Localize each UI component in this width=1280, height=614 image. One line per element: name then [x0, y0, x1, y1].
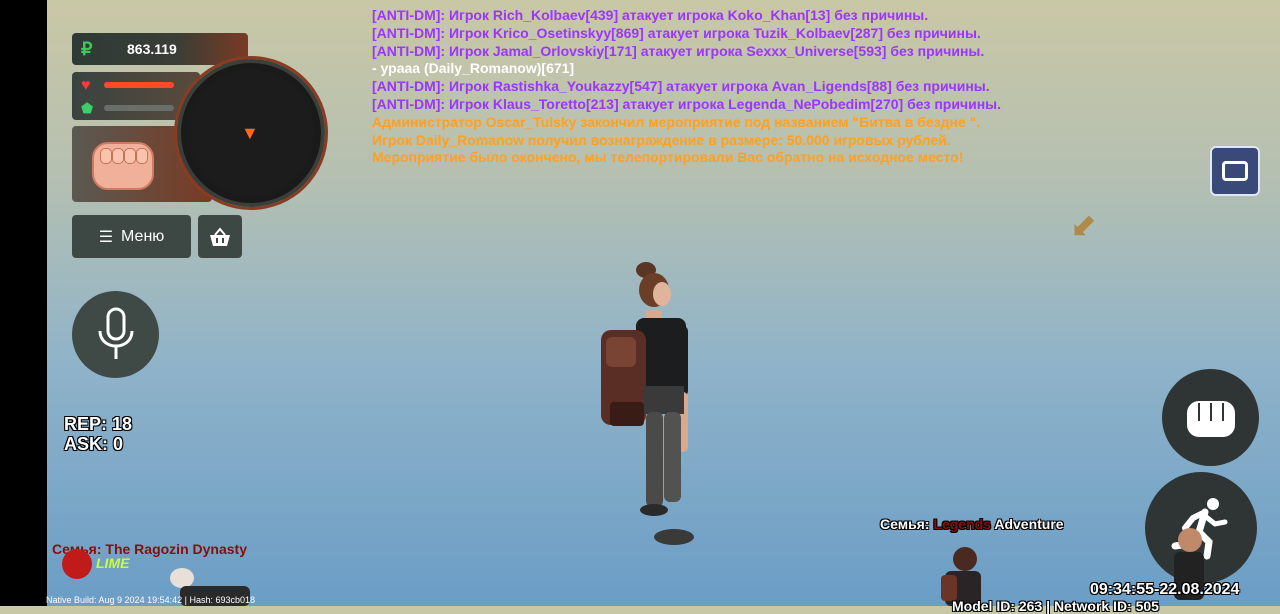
fist-icon — [92, 142, 154, 190]
menu-label: Меню — [121, 227, 165, 245]
family-name-red: Legends — [933, 516, 991, 532]
lime-logo-icon — [62, 549, 92, 579]
ruble-icon: ₽ — [81, 39, 93, 59]
basket-icon — [210, 226, 230, 246]
family-label: Семья: — [880, 516, 930, 532]
ask-text: ASK: 0 — [64, 434, 124, 454]
family-nametag: Семья: Legends Adventure — [880, 516, 1064, 532]
model-network-id: Model ID: 263 | Network ID: 505 — [952, 598, 1159, 614]
chest-icon — [1222, 161, 1248, 181]
player-marker-icon: ▼ — [241, 123, 259, 143]
chat-line: [ANTI-DM]: Игрок Rich_Kolbaev[439] атаку… — [372, 7, 929, 23]
armor-bar — [104, 105, 174, 111]
shop-button[interactable] — [198, 215, 242, 258]
family-name-white: Adventure — [994, 516, 1064, 532]
lime-logo: LIME — [62, 549, 162, 579]
other-player-character — [935, 545, 985, 606]
fist-icon — [1186, 400, 1235, 437]
chat-line: [ANTI-DM]: Игрок Krico_Osetinskyy[869] а… — [372, 24, 981, 41]
heart-icon: ♥ — [81, 77, 91, 94]
inventory-button[interactable] — [1210, 146, 1260, 196]
microphone-icon — [98, 307, 133, 359]
health-bar — [104, 82, 174, 88]
chat-line: Мероприятие было окончено, мы телепортир… — [372, 149, 964, 166]
hamburger-icon: ☰ — [98, 228, 114, 246]
left-black-bar — [0, 0, 47, 606]
lime-brand-text: LIME — [96, 555, 130, 571]
rep-ask-counter: REP: 18 ASK: 0 — [64, 414, 132, 454]
chat-line: [ANTI-DM]: Игрок Rastishka_Youkazzy[547]… — [372, 78, 990, 95]
chat-line: Администратор Oscar_Tulsky закончил меро… — [372, 113, 981, 130]
build-info: Native Build: Aug 9 2024 19:54:42 | Hash… — [46, 595, 255, 605]
chat-line: - ураaa (Daily_Romanow)[671] — [372, 60, 575, 77]
money-value: 863.119 — [127, 41, 177, 57]
rep-text: REP: 18 — [64, 414, 133, 434]
chat-line: [ANTI-DM]: Игрок Jamal_Orlovskiy[171] ат… — [372, 42, 985, 59]
chat-line: Игрок Daily_Romanow получил вознагражден… — [372, 131, 951, 148]
chat-log: [ANTI-DM]: Игрок Rich_Kolbaev[439] атаку… — [372, 7, 1132, 167]
chat-line: [ANTI-DM]: Игрок Klaus_Toretto[213] атак… — [372, 95, 1002, 112]
money-panel: ₽ 863.119 — [72, 33, 248, 65]
datetime-stamp: 09:34:55-22.08.2024 — [1090, 581, 1240, 598]
menu-button[interactable]: ☰ Меню — [72, 215, 191, 258]
shield-icon: ⬟ — [81, 100, 94, 116]
waypoint-arrow-icon: ⬋ — [1070, 207, 1097, 243]
attack-button[interactable] — [1162, 369, 1259, 466]
microphone-button[interactable] — [72, 291, 159, 378]
minimap-radar[interactable]: ▼ — [177, 59, 325, 207]
player-character — [596, 262, 696, 552]
